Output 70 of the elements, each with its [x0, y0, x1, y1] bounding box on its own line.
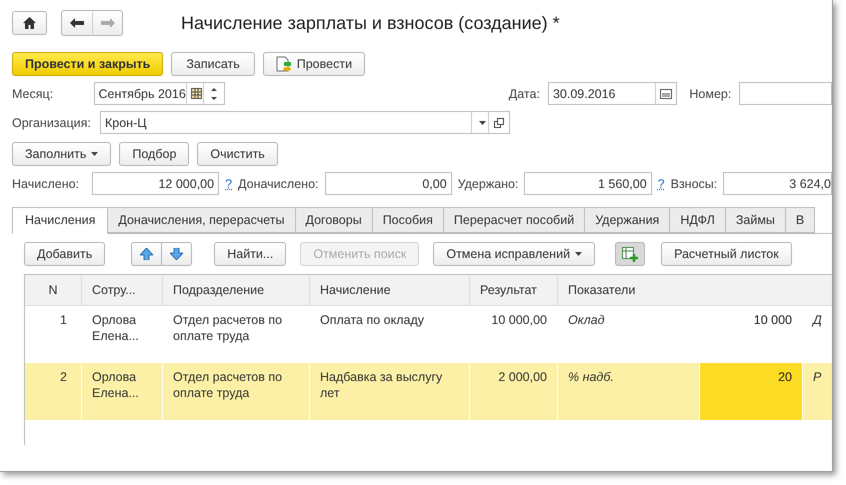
table-cell: Р	[803, 363, 832, 420]
move-down-button[interactable]	[162, 242, 192, 266]
date-label: Дата:	[508, 86, 540, 100]
toolbar-button[interactable]: Очистить	[197, 142, 278, 166]
table-add-icon	[622, 246, 638, 262]
table-cell: 20	[700, 363, 803, 420]
back-arrow-icon	[70, 18, 84, 28]
organization-label: Организация:	[12, 116, 92, 130]
column-header[interactable]: Начисление	[310, 275, 470, 306]
table-cell: Отдел расчетов по оплате труда	[163, 363, 310, 420]
table-cell: Орлова Елена...	[82, 363, 163, 420]
total-field: 12 000,00	[92, 172, 220, 195]
column-header[interactable]: Подразделение	[163, 275, 310, 306]
organization-field[interactable]: Крон-Ц	[100, 111, 510, 134]
tab[interactable]: Займы	[726, 207, 786, 233]
calendar-icon	[660, 88, 672, 98]
tab[interactable]: В	[786, 207, 816, 233]
document-icon	[276, 56, 292, 72]
move-up-button[interactable]	[131, 242, 162, 266]
save-button[interactable]: Записать	[171, 52, 255, 76]
total-label: Доначислено:	[238, 176, 318, 190]
column-header[interactable]: N	[25, 275, 82, 306]
table-add-button[interactable]	[615, 242, 646, 266]
home-button[interactable]	[12, 11, 47, 35]
dropdown-button[interactable]: Отмена исправлений	[433, 242, 596, 266]
column-header[interactable]: Результат	[470, 275, 558, 306]
column-header[interactable]: Показатели	[558, 275, 832, 306]
total-label: Удержано:	[458, 176, 518, 190]
toolbar-button[interactable]: Подбор	[119, 142, 190, 166]
total-field: 3 624,0	[723, 172, 832, 195]
tab[interactable]: Начисления	[12, 207, 108, 234]
tab[interactable]: Пособия	[372, 207, 444, 233]
table-cell: 2 000,00	[470, 363, 558, 420]
column-header[interactable]: Сотру...	[82, 275, 163, 306]
home-icon	[23, 17, 36, 29]
dropdown-button[interactable]: Заполнить	[12, 142, 112, 166]
toolbar-button[interactable]: Добавить	[24, 242, 106, 266]
forward-arrow-icon	[100, 18, 114, 28]
caret-icon	[91, 152, 98, 156]
window-title: Начисление зарплаты и взносов (создание) *	[181, 12, 560, 34]
table-cell: % надб.	[558, 363, 700, 420]
spin-icon	[210, 86, 217, 100]
post-and-close-button[interactable]: Провести и закрыть	[12, 52, 164, 76]
total-field: 0,00	[324, 172, 452, 195]
toolbar-button[interactable]: Найти...	[214, 242, 286, 266]
table-cell: Надбавка за выслугу лет	[310, 363, 470, 420]
toolbar-button[interactable]: Расчетный листок	[661, 242, 792, 266]
table-cell: 2	[25, 363, 82, 420]
total-label: Начислено:	[12, 176, 80, 190]
calendar-icon	[191, 88, 202, 99]
month-field[interactable]: Сентябрь 2016	[94, 82, 225, 105]
down-arrow-icon	[170, 248, 184, 260]
caret-icon	[478, 120, 486, 124]
tab[interactable]: Доначисления, перерасчеты	[108, 207, 296, 233]
caret-icon	[575, 252, 582, 256]
tab[interactable]: Удержания	[585, 207, 670, 233]
tab[interactable]: НДФЛ	[670, 207, 726, 233]
number-field[interactable]	[739, 82, 832, 105]
tab[interactable]: Перерасчет пособий	[444, 207, 586, 233]
post-button[interactable]: Провести	[262, 52, 366, 76]
total-label: Взносы:	[670, 176, 718, 190]
open-window-icon	[494, 118, 504, 128]
up-arrow-icon	[140, 248, 154, 260]
month-label: Месяц:	[12, 86, 54, 100]
tab[interactable]: Договоры	[296, 207, 373, 233]
help-link[interactable]: ?	[225, 176, 232, 190]
date-field[interactable]: 30.09.2016	[548, 82, 678, 105]
help-link[interactable]: ?	[658, 176, 665, 190]
total-field: 1 560,00	[524, 172, 652, 195]
number-label: Номер:	[689, 86, 732, 100]
